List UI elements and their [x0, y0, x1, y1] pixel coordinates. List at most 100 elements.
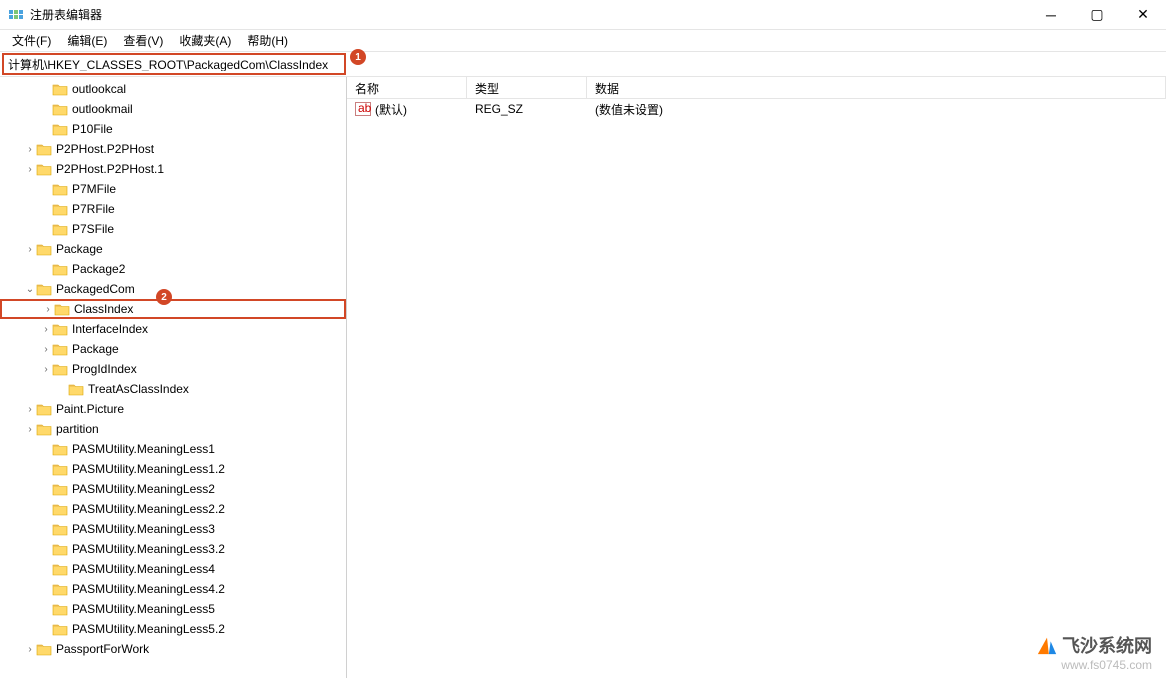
- folder-icon: [52, 542, 68, 556]
- main-panes: outlookcaloutlookmailP10File›P2PHost.P2P…: [0, 76, 1166, 678]
- watermark: 飞沙系统网 www.fs0745.com: [1036, 632, 1152, 672]
- tree-label: outlookmail: [72, 102, 133, 116]
- tree-row[interactable]: › InterfaceIndex: [0, 319, 346, 339]
- tree-row[interactable]: › Package: [0, 239, 346, 259]
- folder-icon: [52, 442, 68, 456]
- titlebar: 注册表编辑器 ─ ▢ ✕: [0, 0, 1166, 30]
- tree-row[interactable]: › PassportForWork: [0, 639, 346, 659]
- folder-icon: [52, 342, 68, 356]
- tree-label: Package: [56, 242, 103, 256]
- tree-label: PASMUtility.MeaningLess1: [72, 442, 215, 456]
- tree-row[interactable]: PASMUtility.MeaningLess3.2: [0, 539, 346, 559]
- folder-icon: [52, 82, 68, 96]
- tree-label: ProgIdIndex: [72, 362, 137, 376]
- tree-row[interactable]: Package2: [0, 259, 346, 279]
- app-icon: [8, 7, 24, 23]
- tree-expander[interactable]: ⌄: [24, 284, 36, 295]
- tree-row[interactable]: ›P2PHost.P2PHost: [0, 139, 346, 159]
- tree-expander[interactable]: ›: [40, 344, 52, 355]
- window-title: 注册表编辑器: [30, 6, 1028, 23]
- tree-row[interactable]: ›P2PHost.P2PHost.1: [0, 159, 346, 179]
- tree-label: P7MFile: [72, 182, 116, 196]
- tree-row[interactable]: ›Paint.Picture: [0, 399, 346, 419]
- tree-row[interactable]: PASMUtility.MeaningLess2: [0, 479, 346, 499]
- tree-row[interactable]: ⌄ PackagedCom: [0, 279, 346, 299]
- tree-expander[interactable]: ›: [24, 644, 36, 655]
- col-header-type[interactable]: 类型: [467, 77, 587, 98]
- tree-row[interactable]: › ClassIndex: [0, 299, 346, 319]
- folder-icon: [36, 642, 52, 656]
- tree-label: partition: [56, 422, 99, 436]
- tree-row[interactable]: PASMUtility.MeaningLess1.2: [0, 459, 346, 479]
- folder-icon: [54, 302, 70, 316]
- tree-row[interactable]: PASMUtility.MeaningLess2.2: [0, 499, 346, 519]
- folder-icon: [52, 362, 68, 376]
- tree-row[interactable]: PASMUtility.MeaningLess3: [0, 519, 346, 539]
- tree-expander[interactable]: ›: [24, 144, 36, 155]
- tree-label: ClassIndex: [74, 302, 133, 316]
- tree-expander[interactable]: ›: [24, 244, 36, 255]
- folder-icon: [36, 422, 52, 436]
- tree-row[interactable]: PASMUtility.MeaningLess4: [0, 559, 346, 579]
- tree-row[interactable]: PASMUtility.MeaningLess4.2: [0, 579, 346, 599]
- tree-label: PassportForWork: [56, 642, 149, 656]
- tree-row[interactable]: outlookmail: [0, 99, 346, 119]
- tree-label: PASMUtility.MeaningLess1.2: [72, 462, 225, 476]
- col-header-data[interactable]: 数据: [587, 77, 1166, 98]
- tree-expander[interactable]: ›: [42, 304, 54, 315]
- value-type: REG_SZ: [467, 102, 587, 116]
- tree-row[interactable]: › partition: [0, 419, 346, 439]
- tree-expander[interactable]: ›: [24, 424, 36, 435]
- menu-help[interactable]: 帮助(H): [239, 30, 296, 51]
- maximize-button[interactable]: ▢: [1074, 0, 1120, 30]
- tree-pane[interactable]: outlookcaloutlookmailP10File›P2PHost.P2P…: [0, 77, 347, 678]
- tree-label: PASMUtility.MeaningLess2.2: [72, 502, 225, 516]
- tree-row[interactable]: P7MFile: [0, 179, 346, 199]
- tree-row[interactable]: › ProgIdIndex: [0, 359, 346, 379]
- value-row[interactable]: ab(默认)REG_SZ(数值未设置): [347, 99, 1166, 119]
- tree-row[interactable]: ›Package: [0, 339, 346, 359]
- folder-icon: [52, 182, 68, 196]
- tree-row[interactable]: PASMUtility.MeaningLess5: [0, 599, 346, 619]
- folder-icon: [52, 102, 68, 116]
- tree-row[interactable]: PASMUtility.MeaningLess1: [0, 439, 346, 459]
- watermark-url: www.fs0745.com: [1036, 658, 1152, 672]
- close-button[interactable]: ✕: [1120, 0, 1166, 30]
- values-pane: 名称 类型 数据 ab(默认)REG_SZ(数值未设置): [347, 77, 1166, 678]
- menu-file[interactable]: 文件(F): [4, 30, 59, 51]
- folder-icon: [52, 582, 68, 596]
- value-name: ab(默认): [347, 101, 467, 118]
- menu-edit[interactable]: 编辑(E): [59, 30, 115, 51]
- menubar: 文件(F) 编辑(E) 查看(V) 收藏夹(A) 帮助(H): [0, 30, 1166, 52]
- menu-favorites[interactable]: 收藏夹(A): [171, 30, 239, 51]
- tree-row[interactable]: P10File: [0, 119, 346, 139]
- menu-view[interactable]: 查看(V): [115, 30, 171, 51]
- tree-expander[interactable]: ›: [24, 164, 36, 175]
- tree-expander[interactable]: ›: [40, 364, 52, 375]
- col-header-name[interactable]: 名称: [347, 77, 467, 98]
- tree-expander[interactable]: ›: [24, 404, 36, 415]
- window-controls: ─ ▢ ✕: [1028, 0, 1166, 30]
- tree-label: TreatAsClassIndex: [88, 382, 189, 396]
- tree-label: PASMUtility.MeaningLess4: [72, 562, 215, 576]
- folder-icon: [68, 382, 84, 396]
- tree-expander[interactable]: ›: [40, 324, 52, 335]
- tree-row[interactable]: TreatAsClassIndex: [0, 379, 346, 399]
- tree-row[interactable]: P7SFile: [0, 219, 346, 239]
- address-input[interactable]: [4, 57, 344, 71]
- tree-label: outlookcal: [72, 82, 126, 96]
- folder-icon: [52, 122, 68, 136]
- tree-label: PASMUtility.MeaningLess5.2: [72, 622, 225, 636]
- svg-text:ab: ab: [358, 102, 371, 115]
- tree-row[interactable]: PASMUtility.MeaningLess5.2: [0, 619, 346, 639]
- folder-icon: [52, 602, 68, 616]
- tree-row[interactable]: P7RFile: [0, 199, 346, 219]
- tree-row[interactable]: outlookcal: [0, 79, 346, 99]
- string-value-icon: ab: [355, 102, 371, 116]
- tree-label: PackagedCom: [56, 282, 135, 296]
- tree-label: InterfaceIndex: [72, 322, 148, 336]
- folder-icon: [52, 482, 68, 496]
- minimize-button[interactable]: ─: [1028, 0, 1074, 30]
- folder-icon: [36, 282, 52, 296]
- folder-icon: [52, 222, 68, 236]
